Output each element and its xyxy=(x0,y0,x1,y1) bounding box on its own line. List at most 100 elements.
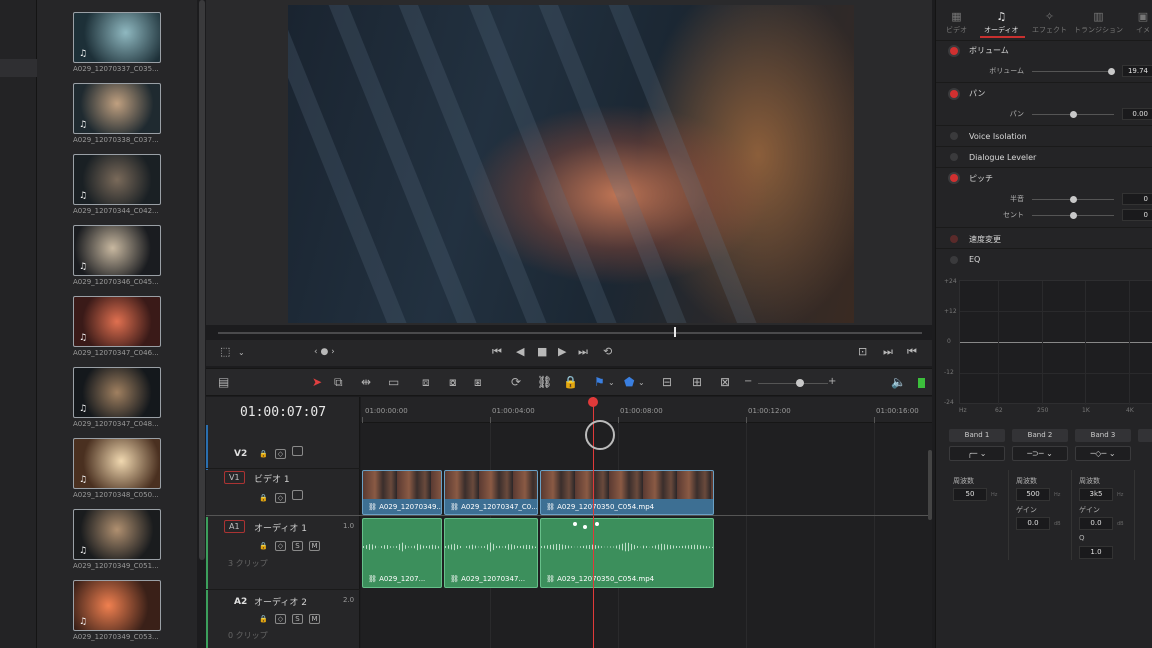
media-clip[interactable]: ♫ A029_12070338_C037... xyxy=(73,83,163,144)
voice-isolation-toggle[interactable] xyxy=(950,132,958,140)
track-v1-id[interactable]: V1 xyxy=(224,471,245,484)
crop-icon[interactable]: ⬚ xyxy=(220,345,230,358)
dynamic-trim-icon[interactable]: ⇹ xyxy=(361,375,371,389)
chevron-down-icon[interactable]: ⌄ xyxy=(608,378,615,387)
media-clip[interactable]: ♫ A029_12070347_C046... xyxy=(73,296,163,357)
viewer-scrub-head[interactable] xyxy=(674,327,676,337)
track-v1-name[interactable]: ビデオ 1 xyxy=(254,472,290,485)
left-strip-selection[interactable] xyxy=(0,59,37,77)
band-1-freq-value[interactable]: 50 xyxy=(953,488,987,501)
prev-next-icon[interactable]: ‹ ● › xyxy=(314,347,335,357)
selection-tool-icon[interactable]: ➤ xyxy=(312,375,322,389)
media-clip[interactable]: ♫ A029_12070337_C035... xyxy=(73,12,163,73)
timeline-vertical-scrollbar[interactable] xyxy=(928,450,932,520)
tab-transition[interactable]: ▥ トランジション xyxy=(1074,10,1123,35)
lock-icon[interactable]: 🔒 xyxy=(563,375,578,389)
volume-value[interactable]: 19.74 xyxy=(1122,65,1152,77)
tab-effects[interactable]: ✧ エフェクト xyxy=(1032,10,1067,35)
media-clip[interactable]: ♫ A029_12070349_C051... xyxy=(73,509,163,570)
auto-select-icon[interactable]: ◇ xyxy=(275,449,286,459)
media-clip[interactable]: ♫ A029_12070346_C045... xyxy=(73,225,163,286)
dialogue-leveler-toggle[interactable] xyxy=(950,153,958,161)
timeline-ruler[interactable]: 01:00:00:00 01:00:04:00 01:00:08:00 01:0… xyxy=(361,397,932,423)
track-a1-id[interactable]: A1 xyxy=(224,520,245,533)
video-clip[interactable]: ⛓ A029_12070347_C0... xyxy=(444,470,538,515)
band-3-freq-value[interactable]: 3k5 xyxy=(1079,488,1113,501)
timeline-view-icon[interactable]: ▤ xyxy=(218,375,229,389)
chevron-down-icon[interactable]: ⌄ xyxy=(238,348,245,357)
band-3-gain-value[interactable]: 0.0 xyxy=(1079,517,1113,530)
band-2-filter-select[interactable]: ─⊃─ ⌄ xyxy=(1012,446,1068,461)
media-pool-scrollbar[interactable] xyxy=(199,0,205,560)
flag-icon[interactable]: ⚑ xyxy=(594,375,605,389)
solo-button[interactable]: S xyxy=(292,614,303,624)
track-a2-name[interactable]: オーディオ 2 xyxy=(254,595,307,608)
mute-button[interactable]: M xyxy=(309,614,320,624)
blade-tool-icon[interactable]: ▭ xyxy=(388,375,399,389)
timeline-area[interactable]: 01:00:00:00 01:00:04:00 01:00:08:00 01:0… xyxy=(361,397,932,648)
audio-clip[interactable]: ⛓ A029_12070347... xyxy=(444,518,538,588)
lock-icon[interactable]: 🔒 xyxy=(258,615,269,625)
volume-toggle[interactable] xyxy=(950,47,958,55)
track-enable-icon[interactable] xyxy=(292,490,303,500)
band-3-q-value[interactable]: 1.0 xyxy=(1079,546,1113,559)
zoom-custom-icon[interactable]: ⊠ xyxy=(720,375,730,389)
reverse-play-icon[interactable]: ◀ xyxy=(516,345,524,358)
zoom-out-icon[interactable]: − xyxy=(744,376,752,387)
auto-select-icon[interactable]: ◇ xyxy=(275,493,286,503)
loop-icon[interactable]: ⟲ xyxy=(603,345,612,358)
band-2-freq-value[interactable]: 500 xyxy=(1016,488,1050,501)
match-frame-icon[interactable]: ⊡ xyxy=(858,345,867,358)
tab-audio[interactable]: ♫ オーディオ xyxy=(984,10,1019,35)
next-edit-icon[interactable]: ⏭ xyxy=(883,345,893,359)
semitone-slider[interactable] xyxy=(1032,196,1114,203)
go-to-start-icon[interactable]: ⏮ xyxy=(492,345,502,359)
video-clip[interactable]: ⛓ A029_12070350_C054.mp4 xyxy=(540,470,714,515)
cent-value[interactable]: 0 xyxy=(1122,209,1152,221)
auto-select-icon[interactable]: ◇ xyxy=(275,614,286,624)
band-1-button[interactable]: Band 1 xyxy=(949,429,1005,442)
track-enable-icon[interactable] xyxy=(292,446,303,456)
playhead-handle[interactable] xyxy=(588,397,598,407)
marker-icon[interactable]: ⬟ xyxy=(624,375,634,389)
cent-slider[interactable] xyxy=(1032,212,1114,219)
tab-image[interactable]: ▣ イメ xyxy=(1136,10,1150,35)
eq-toggle[interactable] xyxy=(950,256,958,264)
viewer-frame[interactable] xyxy=(288,5,854,323)
track-a1-name[interactable]: オーディオ 1 xyxy=(254,521,307,534)
insert-clip-icon[interactable]: ⧈ xyxy=(422,375,430,390)
pan-toggle[interactable] xyxy=(950,90,958,98)
band-2-gain-value[interactable]: 0.0 xyxy=(1016,517,1050,530)
band-4-button[interactable] xyxy=(1138,429,1152,442)
lock-icon[interactable]: 🔒 xyxy=(258,494,269,504)
zoom-full-icon[interactable]: ⊟ xyxy=(662,375,672,389)
viewer-scrub-bar[interactable] xyxy=(218,332,922,334)
track-a2-id[interactable]: A2 xyxy=(230,596,251,608)
semitone-value[interactable]: 0 xyxy=(1122,193,1152,205)
link-icon[interactable]: ⛓ xyxy=(537,375,552,389)
zoom-slider-knob[interactable] xyxy=(796,379,804,387)
lock-icon[interactable]: 🔒 xyxy=(258,542,269,552)
speed-toggle[interactable] xyxy=(950,235,958,243)
go-to-end-icon[interactable]: ⏭ xyxy=(578,345,588,359)
solo-button[interactable]: S xyxy=(292,541,303,551)
chevron-down-icon[interactable]: ⌄ xyxy=(638,378,645,387)
video-clip[interactable]: ⛓ A029_12070349... xyxy=(362,470,442,515)
video-audio-divider[interactable] xyxy=(206,515,932,516)
zoom-in-icon[interactable]: + xyxy=(828,376,836,387)
band-2-button[interactable]: Band 2 xyxy=(1012,429,1068,442)
band-1-filter-select[interactable]: ╭─ ⌄ xyxy=(949,446,1005,461)
volume-slider[interactable] xyxy=(1032,68,1115,75)
pan-slider[interactable] xyxy=(1032,111,1114,118)
snapping-icon[interactable]: ⟳ xyxy=(511,375,521,389)
auto-select-icon[interactable]: ◇ xyxy=(275,541,286,551)
band-3-button[interactable]: Band 3 xyxy=(1075,429,1131,442)
media-clip[interactable]: ♫ A029_12070347_C048... xyxy=(73,367,163,428)
pan-value[interactable]: 0.00 xyxy=(1122,108,1152,120)
pitch-toggle[interactable] xyxy=(950,174,958,182)
band-3-filter-select[interactable]: ─◇─ ⌄ xyxy=(1075,446,1131,461)
audio-clip[interactable]: ⛓ A029_12070350_C054.mp4 xyxy=(540,518,714,588)
replace-clip-icon[interactable]: ⧆ xyxy=(474,375,482,390)
stop-icon[interactable]: ■ xyxy=(537,345,547,358)
speaker-icon[interactable]: 🔈 xyxy=(891,375,906,389)
